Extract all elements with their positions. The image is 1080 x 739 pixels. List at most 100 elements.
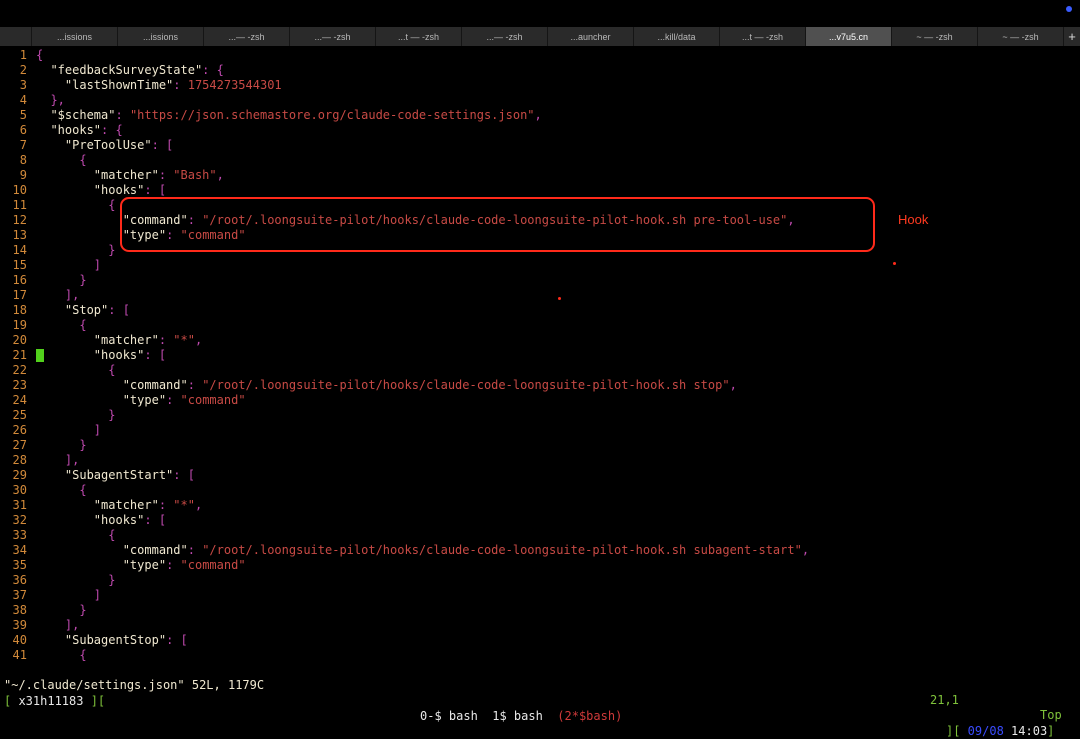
code-line[interactable]: 18 "Stop": [	[0, 303, 1080, 318]
code-line[interactable]: 22 {	[0, 363, 1080, 378]
code-line[interactable]: 2 "feedbackSurveyState": {	[0, 63, 1080, 78]
code-line[interactable]: 31 "matcher": "*",	[0, 498, 1080, 513]
code-token: "command"	[122, 543, 188, 557]
line-number: 11	[12, 198, 27, 212]
tmux-date: 09/08	[960, 724, 1004, 738]
code-line[interactable]: 7 "PreToolUse": [	[0, 138, 1080, 153]
tmux-window[interactable]: 0-$ bash	[420, 709, 478, 723]
tab[interactable]: ...kill/data	[634, 27, 720, 46]
code-line[interactable]: 34 "command": "/root/.loongsuite-pilot/h…	[0, 543, 1080, 558]
code-line[interactable]: 4 },	[0, 93, 1080, 108]
tmux-window[interactable]: 1$ bash	[492, 709, 543, 723]
code-text: "lastShownTime": 1754273544301	[27, 78, 282, 93]
code-token: ]	[93, 258, 102, 272]
tab[interactable]: ...t — -zsh	[376, 27, 462, 46]
code-line[interactable]: 41 {	[0, 648, 1080, 663]
line-number: 31	[12, 498, 27, 512]
code-token: : [	[173, 468, 195, 482]
annotation-highlight-box	[120, 197, 875, 252]
tab[interactable]: ...— -zsh	[204, 27, 290, 46]
code-token: }	[108, 408, 116, 422]
code-line[interactable]: 3 "lastShownTime": 1754273544301	[0, 78, 1080, 93]
code-line[interactable]: 20 "matcher": "*",	[0, 333, 1080, 348]
line-number: 34	[12, 543, 27, 557]
tab[interactable]: ~ — -zsh	[892, 27, 978, 46]
code-token: "command"	[180, 393, 246, 407]
code-line[interactable]: 30 {	[0, 483, 1080, 498]
code-line[interactable]: 6 "hooks": {	[0, 123, 1080, 138]
code-line[interactable]: 23 "command": "/root/.loongsuite-pilot/h…	[0, 378, 1080, 393]
code-token: ,	[729, 378, 737, 392]
tab-active[interactable]: ...v7u5.cn	[806, 27, 892, 46]
code-line[interactable]: 35 "type": "command"	[0, 558, 1080, 573]
line-number: 28	[12, 453, 27, 467]
code-line[interactable]: 5 "$schema": "https://json.schemastore.o…	[0, 108, 1080, 123]
line-number: 37	[12, 588, 27, 602]
code-token: : [	[108, 303, 130, 317]
code-line[interactable]: 21 "hooks": [	[0, 348, 1080, 363]
code-line[interactable]: 9 "matcher": "Bash",	[0, 168, 1080, 183]
code-line[interactable]: 19 {	[0, 318, 1080, 333]
code-line[interactable]: 24 "type": "command"	[0, 393, 1080, 408]
code-line[interactable]: 15 ]	[0, 258, 1080, 273]
line-number: 8	[19, 153, 27, 167]
code-line[interactable]: 39 ],	[0, 618, 1080, 633]
tab[interactable]: ...issions	[118, 27, 204, 46]
code-line[interactable]: 17 ],	[0, 288, 1080, 303]
new-tab-button[interactable]: +	[1064, 27, 1080, 46]
line-number: 23	[12, 378, 27, 392]
code-token: : {	[202, 63, 224, 77]
tab[interactable]: ...issions	[32, 27, 118, 46]
code-token: "matcher"	[93, 168, 159, 182]
tab[interactable]: ...— -zsh	[290, 27, 376, 46]
code-line[interactable]: 26 ]	[0, 423, 1080, 438]
tab[interactable]: ...— -zsh	[462, 27, 548, 46]
code-text: ]	[27, 423, 101, 438]
code-line[interactable]: 37 ]	[0, 588, 1080, 603]
line-number: 30	[12, 483, 27, 497]
code-line[interactable]: 29 "SubagentStart": [	[0, 468, 1080, 483]
code-token: :	[166, 558, 181, 572]
cursor-position: 21,1	[930, 693, 959, 707]
code-line[interactable]: 25 }	[0, 408, 1080, 423]
tab[interactable]	[0, 27, 32, 46]
code-line[interactable]: 40 "SubagentStop": [	[0, 633, 1080, 648]
code-token: ,	[194, 498, 203, 512]
tab[interactable]: ...auncher	[548, 27, 634, 46]
tab[interactable]: ...t — -zsh	[720, 27, 806, 46]
line-number: 25	[12, 408, 27, 422]
code-line[interactable]: 32 "hooks": [	[0, 513, 1080, 528]
line-number: 15	[12, 258, 27, 272]
line-number: 10	[12, 183, 27, 197]
line-number: 39	[12, 618, 27, 632]
code-line[interactable]: 16 }	[0, 273, 1080, 288]
code-line[interactable]: 8 {	[0, 153, 1080, 168]
tab[interactable]: ~ — -zsh	[978, 27, 1064, 46]
line-number: 35	[12, 558, 27, 572]
code-line[interactable]: 38 }	[0, 603, 1080, 618]
code-line[interactable]: 36 }	[0, 573, 1080, 588]
code-line[interactable]: 27 }	[0, 438, 1080, 453]
vim-editor[interactable]: 1{2 "feedbackSurveyState": {3 "lastShown…	[0, 48, 1080, 663]
line-number: 27	[12, 438, 27, 452]
code-line[interactable]: 33 {	[0, 528, 1080, 543]
code-line[interactable]: 28 ],	[0, 453, 1080, 468]
code-line[interactable]: 1{	[0, 48, 1080, 63]
line-number: 20	[12, 333, 27, 347]
tmux-window-active[interactable]: (2*$bash)	[557, 709, 622, 723]
code-text: {	[27, 318, 86, 333]
session-name: x31h11183	[18, 694, 84, 708]
code-token: ]	[93, 588, 102, 602]
code-line[interactable]: 10 "hooks": [	[0, 183, 1080, 198]
code-token: }	[108, 573, 116, 587]
